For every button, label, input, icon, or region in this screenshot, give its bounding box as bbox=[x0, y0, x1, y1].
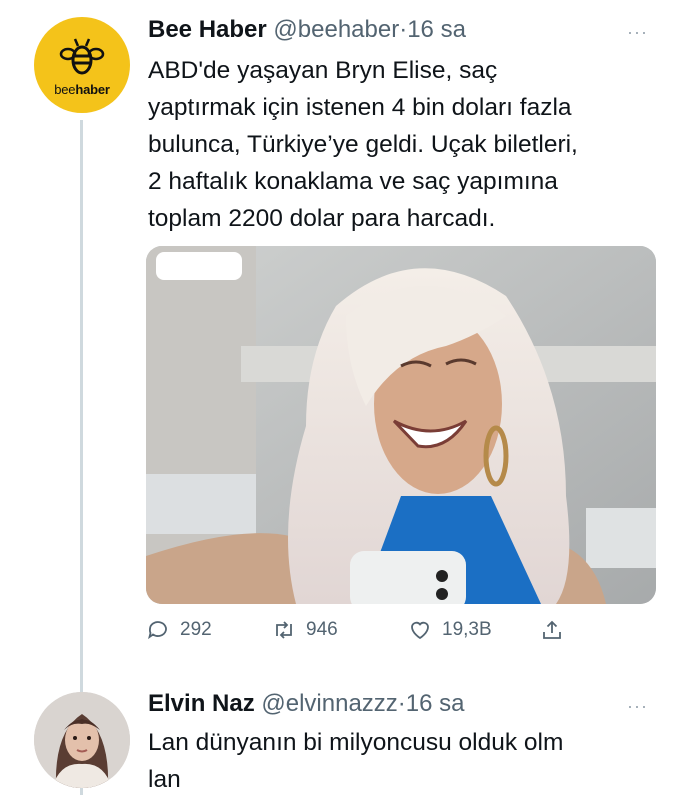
avatar[interactable] bbox=[34, 692, 130, 788]
tweet-elvinnaz[interactable]: Elvin Naz @elvinnazzz·16 sa ··· Lan düny… bbox=[0, 680, 690, 799]
tweet-actions: 292 946 19,3B bbox=[146, 618, 576, 650]
reply-button[interactable]: 292 bbox=[146, 618, 212, 642]
retweet-icon bbox=[276, 621, 292, 639]
tweet-text-line: Lan dünyanın bi milyoncusu olduk olm bbox=[148, 729, 564, 756]
retweet-button[interactable]: 946 bbox=[272, 618, 338, 642]
retweet-count: 946 bbox=[306, 619, 338, 640]
more-icon[interactable]: ··· bbox=[627, 22, 648, 43]
tweet-beehaber[interactable]: beehaber Bee Haber @beehaber·16 sa ··· A… bbox=[0, 0, 690, 680]
tweet-header: Bee Haber @beehaber·16 sa bbox=[148, 16, 466, 44]
avatar-photo-illustration bbox=[34, 692, 130, 788]
tweet-media-image[interactable] bbox=[146, 246, 656, 604]
separator-dot: · bbox=[399, 16, 408, 43]
tweet-text-line: yaptırmak için istenen 4 bin doları fazl… bbox=[148, 94, 572, 121]
tweet-text-line: 2 haftalık konaklama ve saç yapımına bbox=[148, 168, 558, 195]
bee-logo-icon bbox=[59, 38, 105, 74]
avatar[interactable]: beehaber bbox=[34, 17, 130, 113]
reply-count: 292 bbox=[180, 619, 212, 640]
share-button[interactable] bbox=[540, 618, 574, 642]
tweet-text-line: toplam 2200 dolar para harcadı. bbox=[148, 205, 496, 232]
display-name[interactable]: Elvin Naz bbox=[148, 690, 255, 717]
timestamp[interactable]: 16 sa bbox=[407, 16, 466, 43]
tweet-text-line: lan bbox=[148, 766, 181, 793]
user-handle[interactable]: @beehaber bbox=[273, 16, 399, 43]
more-icon[interactable]: ··· bbox=[627, 696, 648, 717]
tweet-text-line: bulunca, Türkiye’ye geldi. Uçak biletler… bbox=[148, 131, 578, 158]
photo-illustration bbox=[146, 246, 656, 604]
reply-icon bbox=[148, 621, 167, 640]
tweet-text-line: ABD'de yaşayan Bryn Elise, saç bbox=[148, 57, 498, 84]
share-icon bbox=[543, 620, 561, 639]
user-handle[interactable]: @elvinnazzz bbox=[261, 690, 397, 717]
tweet-text: ABD'de yaşayan Bryn Elise, saç yaptırmak… bbox=[148, 52, 668, 237]
tweet-text: Lan dünyanın bi milyoncusu olduk olm lan bbox=[148, 724, 668, 798]
like-icon bbox=[411, 621, 429, 640]
like-button[interactable]: 19,3B bbox=[408, 618, 492, 642]
timestamp[interactable]: 16 sa bbox=[406, 690, 465, 717]
like-count: 19,3B bbox=[442, 619, 492, 640]
tweet-header: Elvin Naz @elvinnazzz·16 sa bbox=[148, 690, 465, 718]
avatar-logo-text: beehaber bbox=[54, 81, 110, 97]
display-name[interactable]: Bee Haber bbox=[148, 16, 267, 43]
separator-dot: · bbox=[397, 690, 406, 717]
